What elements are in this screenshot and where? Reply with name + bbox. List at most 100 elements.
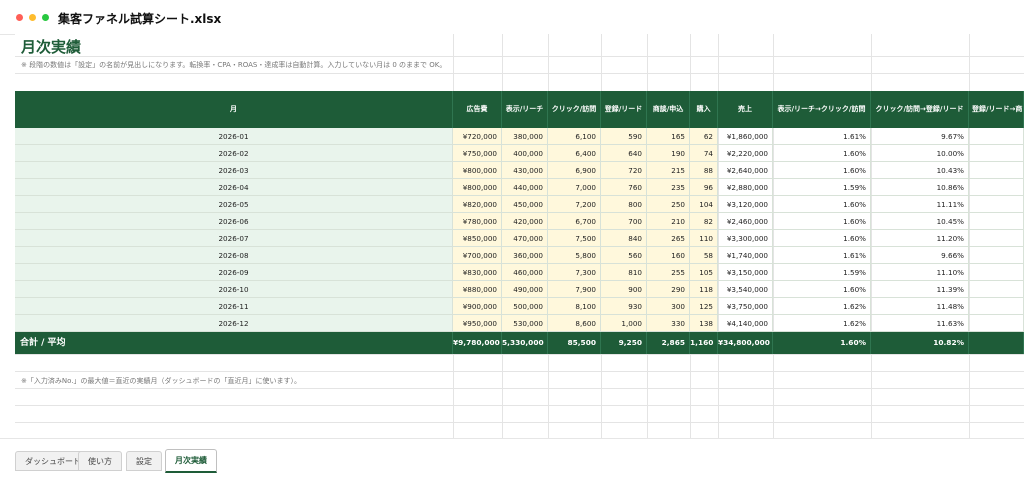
empty-cell[interactable]	[969, 230, 1024, 247]
data-cell[interactable]: ¥750,000	[453, 145, 502, 162]
data-cell[interactable]: 460,000	[502, 264, 548, 281]
minimize-window-button[interactable]	[29, 14, 36, 21]
data-cell[interactable]: 490,000	[502, 281, 548, 298]
data-cell[interactable]: 720	[601, 162, 647, 179]
data-cell[interactable]: 380,000	[502, 128, 548, 145]
total-cell[interactable]: 2,865	[647, 332, 690, 354]
tab-settings[interactable]: 設定	[126, 451, 162, 471]
data-cell[interactable]: 235	[647, 179, 690, 196]
month-cell[interactable]: 2026-09	[15, 264, 453, 281]
column-header[interactable]: 月	[15, 91, 453, 128]
data-cell[interactable]: 215	[647, 162, 690, 179]
data-cell[interactable]: 210	[647, 213, 690, 230]
data-cell[interactable]: ¥3,150,000	[718, 264, 773, 281]
data-cell[interactable]: 118	[690, 281, 718, 298]
data-cell[interactable]: 11.39%	[871, 281, 969, 298]
data-cell[interactable]: 500,000	[502, 298, 548, 315]
data-cell[interactable]: 11.20%	[871, 230, 969, 247]
data-cell[interactable]: 5,800	[548, 247, 601, 264]
data-cell[interactable]: ¥880,000	[453, 281, 502, 298]
month-cell[interactable]: 2026-07	[15, 230, 453, 247]
column-header[interactable]: 登録/リード	[601, 91, 647, 128]
data-cell[interactable]: 110	[690, 230, 718, 247]
data-cell[interactable]: 1,000	[601, 315, 647, 332]
month-cell[interactable]: 2026-06	[15, 213, 453, 230]
data-cell[interactable]: 1.60%	[773, 145, 871, 162]
data-cell[interactable]: 125	[690, 298, 718, 315]
data-cell[interactable]: ¥800,000	[453, 162, 502, 179]
empty-cell[interactable]	[969, 264, 1024, 281]
total-cell[interactable]: ¥9,780,000	[453, 332, 502, 354]
close-window-button[interactable]	[16, 14, 23, 21]
data-cell[interactable]: 265	[647, 230, 690, 247]
data-cell[interactable]: 700	[601, 213, 647, 230]
data-cell[interactable]: 250	[647, 196, 690, 213]
data-cell[interactable]: 96	[690, 179, 718, 196]
month-cell[interactable]: 2026-10	[15, 281, 453, 298]
total-cell[interactable]: 5,330,000	[502, 332, 548, 354]
total-label[interactable]: 合計 / 平均	[15, 332, 453, 354]
data-cell[interactable]: ¥3,300,000	[718, 230, 773, 247]
data-cell[interactable]: ¥2,460,000	[718, 213, 773, 230]
data-cell[interactable]: 900	[601, 281, 647, 298]
month-cell[interactable]: 2026-11	[15, 298, 453, 315]
month-cell[interactable]: 2026-05	[15, 196, 453, 213]
data-cell[interactable]: ¥900,000	[453, 298, 502, 315]
data-cell[interactable]: 1.62%	[773, 315, 871, 332]
data-cell[interactable]: ¥850,000	[453, 230, 502, 247]
data-cell[interactable]: 11.10%	[871, 264, 969, 281]
data-cell[interactable]: 11.11%	[871, 196, 969, 213]
data-cell[interactable]: 105	[690, 264, 718, 281]
column-header[interactable]: クリック/訪問→登録/リード	[871, 91, 969, 128]
empty-total-cell[interactable]	[969, 332, 1024, 354]
data-cell[interactable]: ¥830,000	[453, 264, 502, 281]
data-cell[interactable]: 74	[690, 145, 718, 162]
empty-cell[interactable]	[969, 315, 1024, 332]
data-cell[interactable]: 6,900	[548, 162, 601, 179]
empty-cell[interactable]	[969, 281, 1024, 298]
total-cell[interactable]: 9,250	[601, 332, 647, 354]
data-cell[interactable]: 360,000	[502, 247, 548, 264]
month-cell[interactable]: 2026-04	[15, 179, 453, 196]
data-cell[interactable]: 450,000	[502, 196, 548, 213]
data-cell[interactable]: ¥2,880,000	[718, 179, 773, 196]
empty-cell[interactable]	[969, 213, 1024, 230]
column-header[interactable]: 登録/リード→商	[969, 91, 1024, 128]
data-cell[interactable]: 300	[647, 298, 690, 315]
data-cell[interactable]: 58	[690, 247, 718, 264]
data-cell[interactable]: 1.62%	[773, 298, 871, 315]
data-cell[interactable]: 810	[601, 264, 647, 281]
data-cell[interactable]: 440,000	[502, 179, 548, 196]
data-cell[interactable]: 165	[647, 128, 690, 145]
column-header[interactable]: 商談/申込	[647, 91, 690, 128]
month-cell[interactable]: 2026-02	[15, 145, 453, 162]
empty-cell[interactable]	[969, 196, 1024, 213]
data-cell[interactable]: ¥2,640,000	[718, 162, 773, 179]
data-cell[interactable]: 6,100	[548, 128, 601, 145]
data-cell[interactable]: 840	[601, 230, 647, 247]
data-cell[interactable]: 7,500	[548, 230, 601, 247]
data-cell[interactable]: 9.66%	[871, 247, 969, 264]
data-cell[interactable]: 255	[647, 264, 690, 281]
data-cell[interactable]: 330	[647, 315, 690, 332]
data-cell[interactable]: ¥3,540,000	[718, 281, 773, 298]
data-cell[interactable]: 104	[690, 196, 718, 213]
data-cell[interactable]: 470,000	[502, 230, 548, 247]
data-cell[interactable]: 800	[601, 196, 647, 213]
data-cell[interactable]: 1.60%	[773, 162, 871, 179]
month-cell[interactable]: 2026-01	[15, 128, 453, 145]
data-cell[interactable]: 590	[601, 128, 647, 145]
data-cell[interactable]: 8,600	[548, 315, 601, 332]
empty-cell[interactable]	[969, 162, 1024, 179]
data-cell[interactable]: 1.60%	[773, 281, 871, 298]
data-cell[interactable]: 640	[601, 145, 647, 162]
data-cell[interactable]: ¥3,120,000	[718, 196, 773, 213]
data-cell[interactable]: 9.67%	[871, 128, 969, 145]
empty-cell[interactable]	[969, 179, 1024, 196]
column-header[interactable]: 表示/リーチ→クリック/訪問	[773, 91, 871, 128]
column-header[interactable]: 広告費	[453, 91, 502, 128]
data-cell[interactable]: 8,100	[548, 298, 601, 315]
data-cell[interactable]: 7,200	[548, 196, 601, 213]
empty-cell[interactable]	[969, 298, 1024, 315]
data-cell[interactable]: 6,700	[548, 213, 601, 230]
